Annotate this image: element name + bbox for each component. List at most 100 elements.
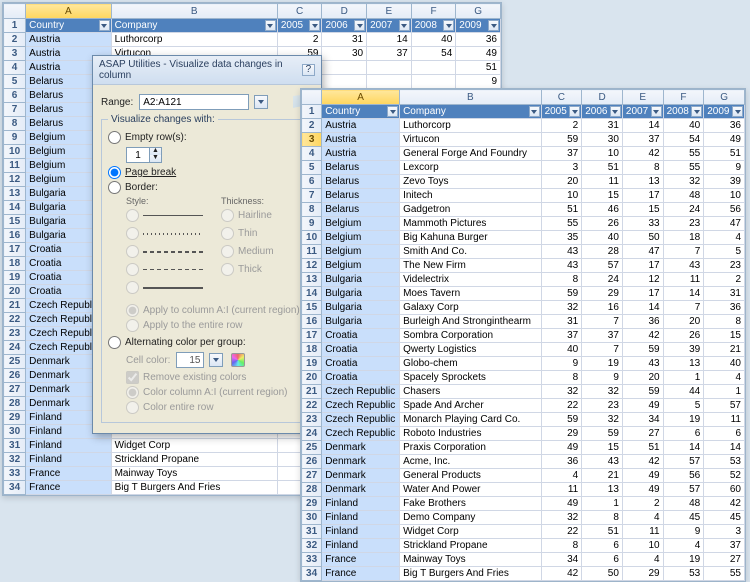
cell[interactable]: General Forge And Foundry xyxy=(400,147,542,161)
cell[interactable]: Austria xyxy=(322,147,400,161)
cell[interactable]: 3 xyxy=(541,161,582,175)
cell[interactable]: 14 xyxy=(663,287,704,301)
cell[interactable]: Smith And Co. xyxy=(400,245,542,259)
cell[interactable]: Denmark xyxy=(322,441,400,455)
cell[interactable]: 6 xyxy=(704,427,745,441)
row-header-34[interactable]: 34 xyxy=(4,481,26,495)
cell[interactable]: 29 xyxy=(582,287,623,301)
cell[interactable]: Chasers xyxy=(400,385,542,399)
cell[interactable]: 19 xyxy=(663,553,704,567)
cell[interactable]: 57 xyxy=(704,399,745,413)
cell[interactable]: 27 xyxy=(704,553,745,567)
cell[interactable]: Finland xyxy=(26,453,111,467)
color-column[interactable]: Color column A:I (current region) xyxy=(126,386,306,399)
cell[interactable]: 12 xyxy=(622,273,663,287)
row-header-29[interactable]: 29 xyxy=(4,411,26,425)
filter-dropdown-icon[interactable] xyxy=(651,106,662,117)
range-input[interactable] xyxy=(139,94,249,110)
row-header-7[interactable]: 7 xyxy=(4,103,26,117)
cell[interactable]: 49 xyxy=(541,441,582,455)
cell[interactable]: 31 xyxy=(704,287,745,301)
row-header-17[interactable]: 17 xyxy=(4,243,26,257)
row-header-24[interactable]: 24 xyxy=(302,427,322,441)
cell[interactable]: Spacely Sprockets xyxy=(400,371,542,385)
cell[interactable]: Mainway Toys xyxy=(111,467,277,481)
row-header-26[interactable]: 26 xyxy=(302,455,322,469)
cell[interactable]: Denmark xyxy=(322,455,400,469)
row-header-11[interactable]: 11 xyxy=(4,159,26,173)
cell[interactable]: 14 xyxy=(367,33,412,47)
row-header-2[interactable]: 2 xyxy=(4,33,26,47)
cell[interactable]: France xyxy=(26,481,111,495)
col-header-D[interactable]: D xyxy=(322,4,367,19)
cell[interactable]: 49 xyxy=(622,483,663,497)
cell[interactable] xyxy=(367,75,412,89)
cell[interactable]: Austria xyxy=(322,119,400,133)
cell[interactable]: 39 xyxy=(704,175,745,189)
cell[interactable]: 17 xyxy=(622,259,663,273)
cell[interactable]: 36 xyxy=(704,119,745,133)
row-header-5[interactable]: 5 xyxy=(4,75,26,89)
row-header-6[interactable]: 6 xyxy=(4,89,26,103)
cell[interactable]: 29 xyxy=(541,427,582,441)
row-header-10[interactable]: 10 xyxy=(4,145,26,159)
cell[interactable]: Czech Republic xyxy=(322,413,400,427)
cell[interactable]: 11 xyxy=(582,175,623,189)
opt-page-break[interactable]: Page break xyxy=(108,166,306,179)
row-header-7[interactable]: 7 xyxy=(302,189,322,203)
filter-header-company[interactable]: Company xyxy=(111,19,277,33)
filter-dropdown-icon[interactable] xyxy=(354,20,365,31)
row-header-13[interactable]: 13 xyxy=(302,273,322,287)
cell[interactable]: 43 xyxy=(582,455,623,469)
filter-header-country[interactable]: Country xyxy=(322,105,400,119)
cell[interactable] xyxy=(411,75,456,89)
style-opt-2[interactable] xyxy=(126,227,203,240)
row-header-9[interactable]: 9 xyxy=(4,131,26,145)
thick-thin[interactable]: Thin xyxy=(221,227,274,240)
row-header-12[interactable]: 12 xyxy=(302,259,322,273)
cell[interactable]: 5 xyxy=(663,399,704,413)
cell[interactable]: 23 xyxy=(582,399,623,413)
col-header-B[interactable]: B xyxy=(400,90,542,105)
cell[interactable]: 49 xyxy=(456,47,501,61)
cell[interactable]: 10 xyxy=(704,189,745,203)
cell[interactable]: 21 xyxy=(582,469,623,483)
cell-color-input[interactable] xyxy=(176,352,204,368)
cell[interactable]: 15 xyxy=(582,441,623,455)
col-header-A[interactable]: A xyxy=(26,4,111,19)
cell[interactable]: The New Firm xyxy=(400,259,542,273)
cell[interactable]: 14 xyxy=(663,441,704,455)
cell[interactable]: 18 xyxy=(663,231,704,245)
cell[interactable]: Denmark xyxy=(322,483,400,497)
cell[interactable]: Luthorcorp xyxy=(111,33,277,47)
cell[interactable]: 56 xyxy=(663,469,704,483)
cell[interactable]: Mainway Toys xyxy=(400,553,542,567)
filter-header-2008[interactable]: 2008 xyxy=(411,19,456,33)
filter-dropdown-icon[interactable] xyxy=(399,20,410,31)
cell[interactable]: Belarus xyxy=(322,175,400,189)
cell[interactable]: 51 xyxy=(582,525,623,539)
cell[interactable]: 54 xyxy=(663,133,704,147)
cell[interactable]: 6 xyxy=(582,539,623,553)
cell[interactable]: 34 xyxy=(541,553,582,567)
cell[interactable]: 9 xyxy=(704,161,745,175)
cell[interactable]: Big T Burgers And Fries xyxy=(111,481,277,495)
cell[interactable]: 26 xyxy=(582,217,623,231)
col-header-C[interactable]: C xyxy=(277,4,322,19)
cell[interactable]: 13 xyxy=(663,357,704,371)
cell[interactable]: 57 xyxy=(582,259,623,273)
cell[interactable]: Belarus xyxy=(322,203,400,217)
filter-header-2008[interactable]: 2008 xyxy=(663,105,704,119)
cell[interactable]: 9 xyxy=(541,357,582,371)
cell[interactable]: 30 xyxy=(582,133,623,147)
cell[interactable]: Bulgaria xyxy=(322,273,400,287)
cell[interactable]: 20 xyxy=(541,175,582,189)
cell[interactable]: 51 xyxy=(582,161,623,175)
cell[interactable]: 32 xyxy=(541,511,582,525)
row-header-25[interactable]: 25 xyxy=(302,441,322,455)
cell[interactable]: Mammoth Pictures xyxy=(400,217,542,231)
cell[interactable] xyxy=(411,61,456,75)
cell[interactable]: 51 xyxy=(622,441,663,455)
cell[interactable]: 42 xyxy=(541,567,582,581)
cell[interactable]: 11 xyxy=(704,413,745,427)
